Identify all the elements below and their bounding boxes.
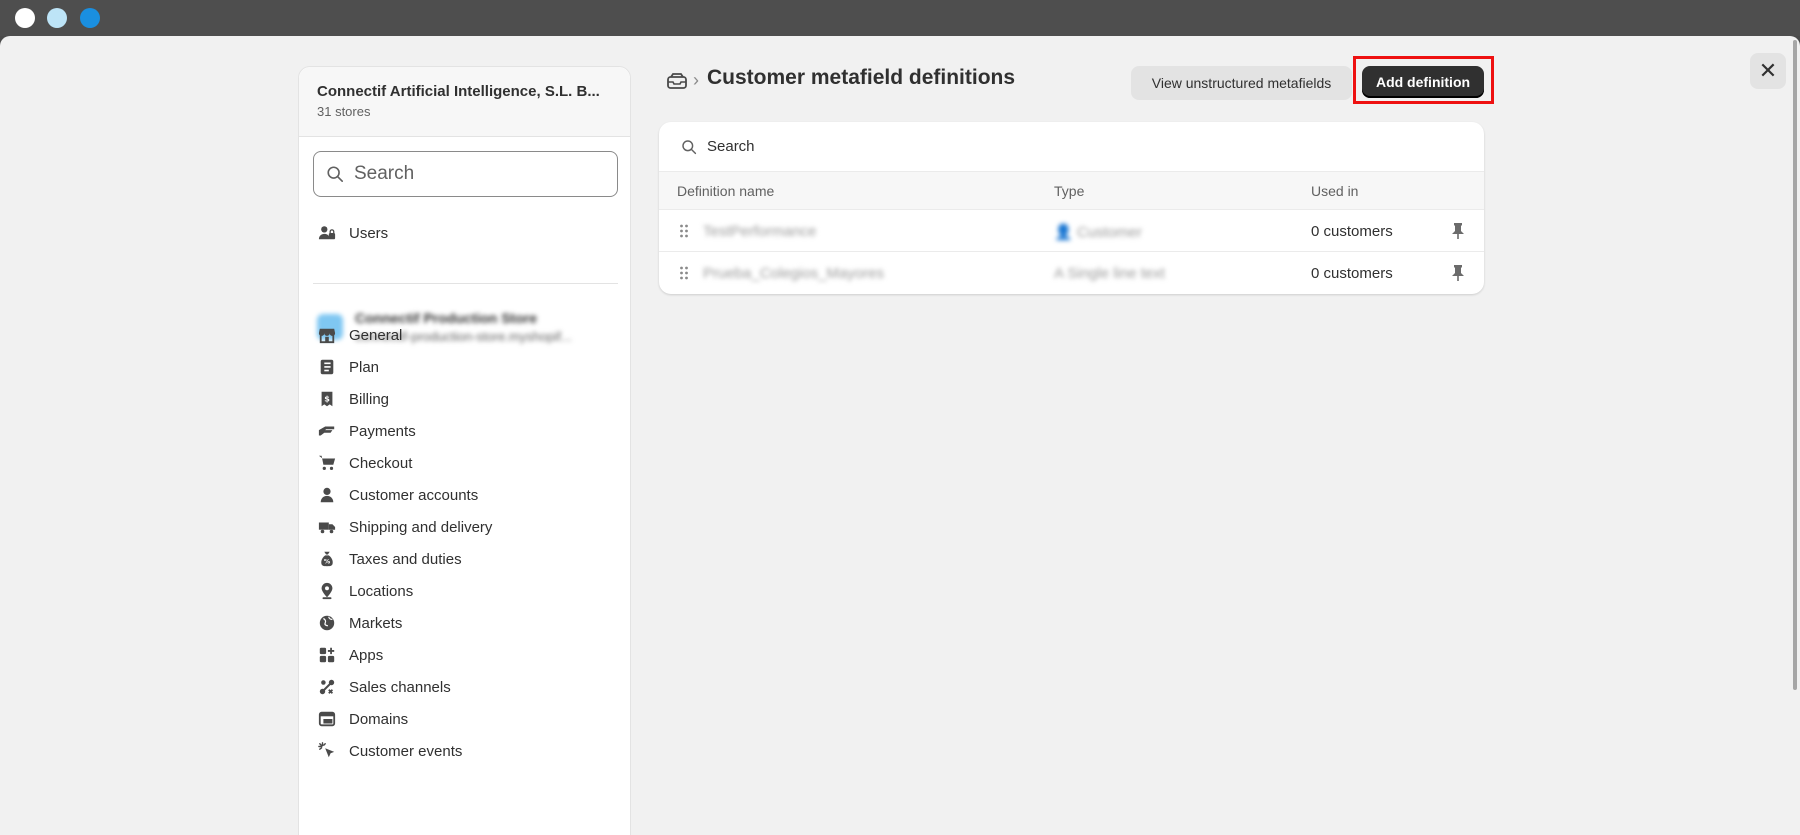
sidebar-item-label: Customer accounts [349, 486, 479, 504]
sidebar-item-markets[interactable]: Markets [317, 611, 617, 635]
plan-icon [317, 357, 337, 377]
scrollbar[interactable] [1793, 40, 1797, 690]
view-unstructured-metafields-button[interactable]: View unstructured metafields [1131, 66, 1352, 100]
money-bag-icon: % [317, 549, 337, 569]
sidebar-item-general[interactable]: General [317, 323, 617, 347]
sidebar-item-label: Apps [349, 646, 384, 664]
close-icon: ✕ [1758, 58, 1778, 83]
window-close-dot[interactable] [15, 8, 35, 28]
definition-used-in: 0 customers [1311, 223, 1393, 240]
settings-sidebar: Connectif Artificial Intelligence, S.L. … [298, 66, 631, 835]
definition-type-label: Single line text [1067, 265, 1165, 282]
sidebar-item-locations[interactable]: Locations [317, 579, 617, 603]
pin-icon[interactable] [1450, 264, 1466, 282]
sidebar-item-customer-events[interactable]: Customer events [317, 739, 617, 763]
pin-icon[interactable] [1450, 222, 1466, 240]
org-name: Connectif Artificial Intelligence, S.L. … [317, 83, 600, 100]
globe-icon [317, 613, 337, 633]
location-icon [317, 581, 337, 601]
text-icon: A [1054, 265, 1064, 282]
person-icon: 👤 [1054, 224, 1073, 241]
sidebar-item-checkout[interactable]: Checkout [317, 451, 617, 475]
window-maximize-dot[interactable] [80, 8, 100, 28]
org-header[interactable]: Connectif Artificial Intelligence, S.L. … [299, 67, 630, 137]
search-icon [682, 139, 697, 154]
svg-text:$: $ [324, 394, 330, 404]
store-icon [317, 325, 337, 345]
definition-used-in: 0 customers [1311, 265, 1393, 282]
billing-icon: $ [317, 389, 337, 409]
sidebar-item-users[interactable]: Users [317, 221, 617, 245]
sidebar-item-label: Domains [349, 710, 409, 728]
sidebar-item-label: Billing [349, 390, 390, 408]
search-icon [327, 166, 344, 183]
sidebar-item-label: Users [349, 224, 389, 242]
table-search-input[interactable]: Search [659, 122, 1484, 172]
window-minimize-dot[interactable] [47, 8, 67, 28]
sidebar-item-label: Checkout [349, 454, 413, 472]
sidebar-item-customer-accounts[interactable]: Customer accounts [317, 483, 617, 507]
definition-type: 👤 Customer [1054, 223, 1142, 241]
definitions-card: Search Definition name Type Used in Test… [659, 122, 1484, 294]
metafields-icon[interactable] [666, 71, 688, 91]
users-icon [317, 223, 337, 243]
svg-text:%: % [324, 559, 331, 566]
cursor-icon [317, 741, 337, 761]
sidebar-divider [313, 283, 618, 284]
definition-name: Prueba_Colegios_Mayores [703, 265, 884, 282]
drag-handle-icon[interactable] [679, 223, 689, 239]
truck-icon [317, 517, 337, 537]
sidebar-item-label: Payments [349, 422, 416, 440]
breadcrumb-separator: › [693, 70, 699, 90]
sidebar-item-plan[interactable]: Plan [317, 355, 617, 379]
sidebar-item-label: Customer events [349, 742, 463, 760]
sidebar-item-label: Locations [349, 582, 414, 600]
org-store-count: 31 stores [317, 104, 371, 119]
sidebar-item-taxes[interactable]: % Taxes and duties [317, 547, 617, 571]
definition-type: A Single line text [1054, 265, 1165, 282]
drag-handle-icon[interactable] [679, 265, 689, 281]
table-row[interactable]: Prueba_Colegios_Mayores A Single line te… [659, 252, 1484, 294]
table-header: Definition name Type Used in [659, 172, 1484, 210]
sidebar-item-label: Taxes and duties [349, 550, 462, 568]
settings-window: ✕ Connectif Artificial Intelligence, S.L… [0, 36, 1800, 835]
domains-icon [317, 709, 337, 729]
table-search-placeholder: Search [707, 138, 755, 155]
sidebar-item-payments[interactable]: Payments [317, 419, 617, 443]
definition-name: TestPerformance [703, 223, 817, 240]
sidebar-item-label: Sales channels [349, 678, 451, 696]
sidebar-search-placeholder: Search [354, 163, 415, 184]
sidebar-search-input[interactable]: Search [313, 151, 618, 197]
add-definition-button[interactable]: Add definition [1362, 66, 1484, 98]
close-button[interactable]: ✕ [1750, 53, 1786, 89]
sidebar-item-label: General [349, 326, 403, 344]
cart-icon [317, 453, 337, 473]
sales-channels-icon [317, 677, 337, 697]
sidebar-item-label: Shipping and delivery [349, 518, 493, 536]
sidebar-item-label: Markets [349, 614, 403, 632]
payments-icon [317, 421, 337, 441]
title-bar [0, 0, 1800, 36]
page-title: Customer metafield definitions [707, 66, 1016, 89]
apps-icon [317, 645, 337, 665]
person-icon [317, 485, 337, 505]
sidebar-item-shipping[interactable]: Shipping and delivery [317, 515, 617, 539]
column-header-definition-name[interactable]: Definition name [677, 183, 774, 199]
sidebar-item-sales-channels[interactable]: Sales channels [317, 675, 617, 699]
definition-type-label: Customer [1076, 224, 1142, 241]
sidebar-item-label: Plan [349, 358, 380, 376]
sidebar-item-domains[interactable]: Domains [317, 707, 617, 731]
column-header-used-in[interactable]: Used in [1311, 183, 1358, 199]
table-row[interactable]: TestPerformance 👤 Customer 0 customers [659, 210, 1484, 252]
column-header-type[interactable]: Type [1054, 183, 1084, 199]
sidebar-item-billing[interactable]: $ Billing [317, 387, 617, 411]
sidebar-item-apps[interactable]: Apps [317, 643, 617, 667]
